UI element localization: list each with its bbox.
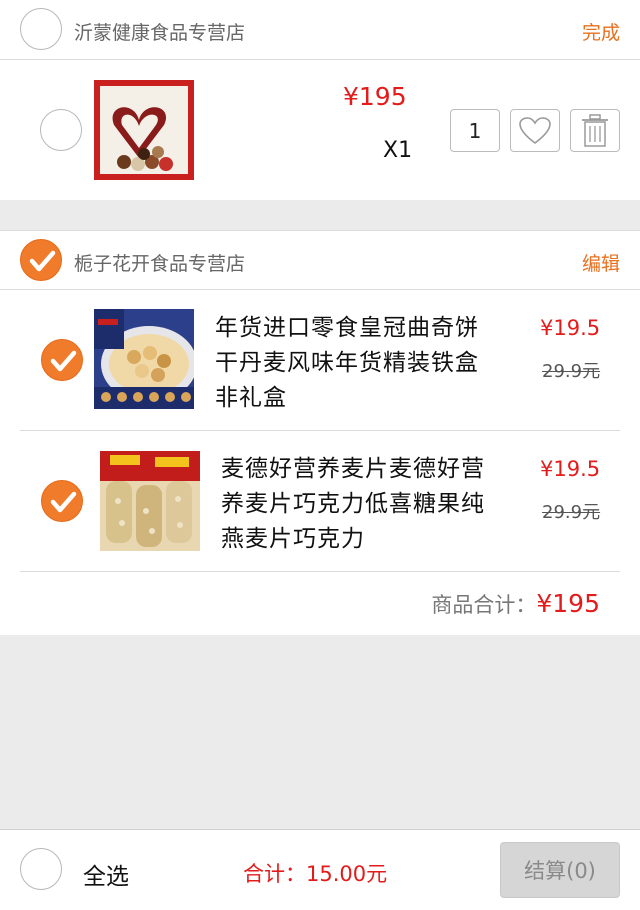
total-label: 合计： <box>243 862 306 886</box>
checkmark-icon <box>50 350 77 372</box>
footer-total: 合计：15.00元 <box>243 858 387 888</box>
checkmark-icon <box>50 491 77 513</box>
shop-2-name[interactable]: 栀子花开食品专营店 <box>74 249 245 276</box>
product-image-oat-chocolate[interactable] <box>100 451 200 551</box>
divider <box>20 571 620 572</box>
total-value: 15.00元 <box>306 862 388 886</box>
trash-icon <box>582 113 608 147</box>
subtotal-value: ¥195 <box>536 589 600 618</box>
favorite-button[interactable] <box>510 109 560 152</box>
shop-2-subtotal: 商品合计： ¥195 <box>431 589 600 619</box>
item-2-original-price: 29.9元 <box>542 502 601 523</box>
shop-2-edit-button[interactable]: 编辑 <box>582 249 620 276</box>
shop-1-name[interactable]: 沂蒙健康食品专营店 <box>74 18 245 45</box>
product-image-chocolate-box[interactable] <box>94 80 194 180</box>
shop-1-select-radio[interactable] <box>20 8 62 50</box>
item-1-original-price: 29.9元 <box>542 361 601 382</box>
select-all-label[interactable]: 全选 <box>83 857 129 891</box>
shop-1-item-select-radio[interactable] <box>40 109 82 151</box>
subtotal-label: 商品合计： <box>431 593 537 617</box>
shop-2-select-radio[interactable] <box>20 239 62 281</box>
shop-1-item-price: ¥195 <box>343 82 407 111</box>
delete-button[interactable] <box>570 109 620 152</box>
select-all-radio[interactable] <box>20 848 62 890</box>
checkmark-icon <box>29 250 56 272</box>
item-2-select-radio[interactable] <box>41 480 83 522</box>
item-1-select-radio[interactable] <box>41 339 83 381</box>
item-1-title[interactable]: 年货进口零食皇冠曲奇饼 干丹麦风味年货精装铁盒 非礼盒 <box>215 311 515 416</box>
checkout-button[interactable]: 结算(0) <box>500 842 620 898</box>
product-image-cookie-tin[interactable] <box>94 309 194 409</box>
divider <box>20 430 620 431</box>
item-2-title[interactable]: 麦德好营养麦片麦德好营 养麦片巧克力低喜糖果纯 燕麦片巧克力 <box>221 452 521 557</box>
item-1-price: ¥19.5 <box>540 316 601 340</box>
item-2-price: ¥19.5 <box>540 457 601 481</box>
quantity-input[interactable]: 1 <box>450 109 500 152</box>
shop-1-done-button[interactable]: 完成 <box>582 18 620 45</box>
shop-1-item-count: X1 <box>383 138 413 163</box>
heart-icon <box>519 116 551 144</box>
